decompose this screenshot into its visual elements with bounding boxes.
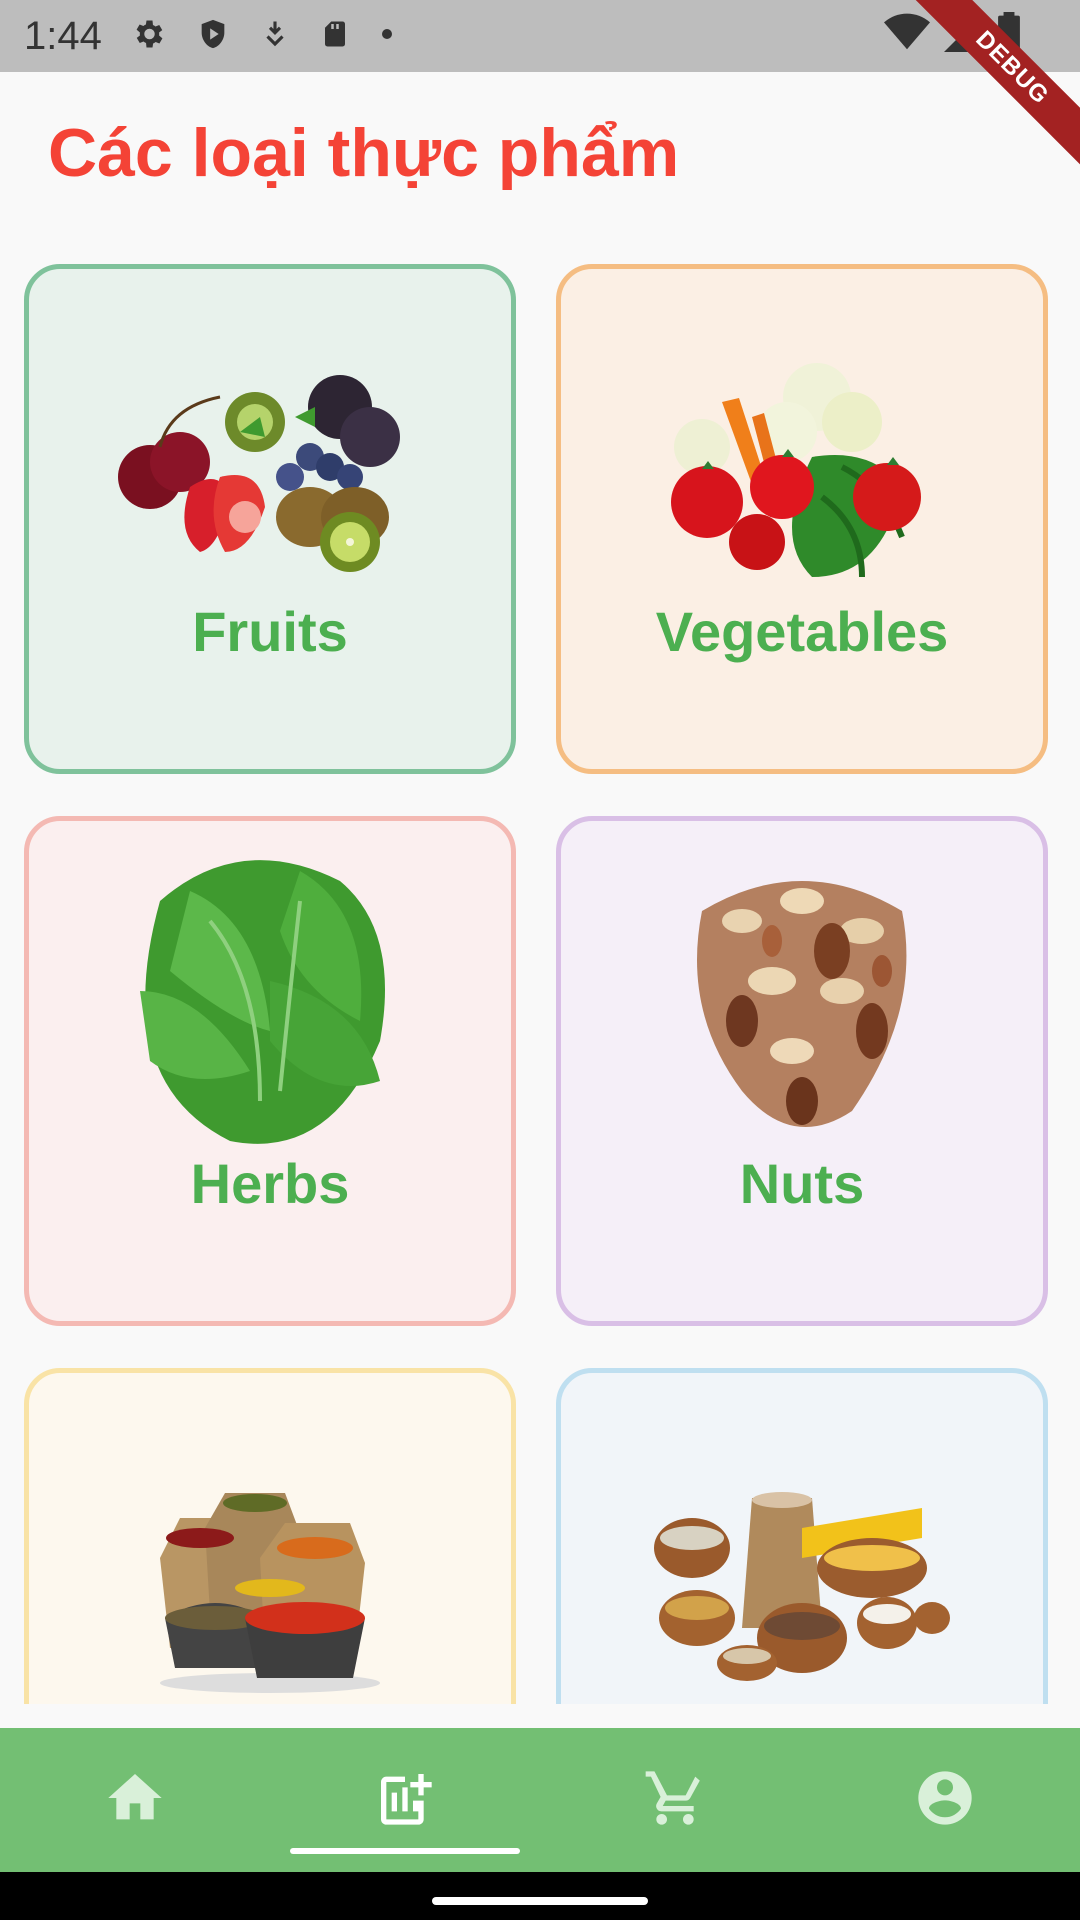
sd-card-icon xyxy=(320,16,350,57)
category-label: Nuts xyxy=(739,1152,865,1215)
spices-image xyxy=(29,1433,511,1704)
category-label: Fruits xyxy=(192,600,348,663)
wifi-icon xyxy=(884,12,930,57)
category-label: Vegetables xyxy=(655,600,949,663)
category-label: Herbs xyxy=(190,1152,350,1215)
home-icon xyxy=(103,1766,167,1835)
category-grid[interactable]: Fruits Vegetables Herbs Nuts xyxy=(24,264,1056,1704)
fruits-image xyxy=(29,317,511,637)
category-card-fruits[interactable]: Fruits xyxy=(24,264,516,774)
grains-image xyxy=(561,1433,1043,1704)
download-icon xyxy=(260,16,290,57)
category-card-nuts[interactable]: Nuts xyxy=(556,816,1048,1326)
shield-icon xyxy=(196,16,230,57)
nav-cart[interactable] xyxy=(540,1728,810,1872)
status-bar: 1:44 DEBUG xyxy=(0,0,1080,175)
nuts-image xyxy=(561,841,1043,1141)
bottom-navigation-bar xyxy=(0,1728,1080,1872)
nav-account[interactable] xyxy=(810,1728,1080,1872)
home-gesture-handle[interactable] xyxy=(432,1897,648,1905)
dot-icon xyxy=(380,27,394,46)
category-card-grains[interactable] xyxy=(556,1368,1048,1704)
status-time: 1:44 xyxy=(24,13,102,58)
system-navigation-bar xyxy=(0,1872,1080,1920)
category-card-spices[interactable] xyxy=(24,1368,516,1704)
page-title: Các loại thực phẩm xyxy=(48,115,680,191)
category-card-vegetables[interactable]: Vegetables xyxy=(556,264,1048,774)
add-chart-icon xyxy=(373,1766,437,1835)
nav-home[interactable] xyxy=(0,1728,270,1872)
herbs-image xyxy=(29,821,511,1161)
gear-icon xyxy=(130,16,166,57)
selected-tab-indicator xyxy=(290,1848,520,1854)
nav-add-chart[interactable] xyxy=(270,1728,540,1872)
category-card-herbs[interactable]: Herbs xyxy=(24,816,516,1326)
vegetables-image xyxy=(561,317,1043,637)
account-icon xyxy=(913,1766,977,1835)
cart-icon xyxy=(643,1766,707,1835)
